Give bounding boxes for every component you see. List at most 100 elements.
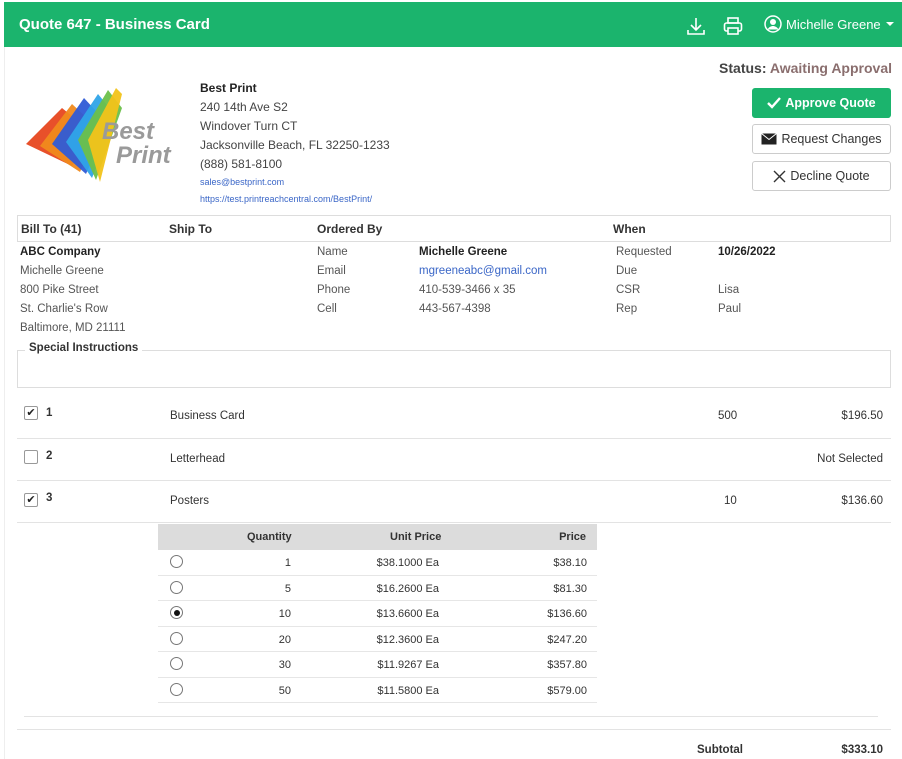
approve-quote-button[interactable]: Approve Quote (752, 88, 891, 118)
bill-to-street2: St. Charlie's Row (20, 303, 108, 315)
quantity-option-row[interactable]: 50 $11.5800 Ea $579.00 (158, 678, 597, 703)
option-price: $357.80 (547, 659, 587, 671)
company-address: Best Print 240 14th Ave S2 Windover Turn… (200, 79, 390, 208)
logo-word-best: Best (102, 118, 155, 145)
info-header-row (17, 215, 891, 242)
status-label: Status: (719, 60, 767, 76)
option-price: $136.60 (547, 608, 587, 620)
item-name: Posters (170, 495, 209, 507)
ordered-by-phone: 410-539-3466 x 35 (419, 284, 516, 296)
subtotal-label: Subtotal (697, 744, 743, 756)
ordered-by-name-label: Name (317, 246, 348, 258)
rep-value: Paul (718, 303, 742, 315)
download-icon[interactable] (685, 15, 707, 37)
line-item: ✔ 3 Posters 10 $136.60 (0, 483, 902, 523)
item-price: $136.60 (841, 495, 883, 507)
item-price: $196.50 (841, 410, 883, 422)
quantity-option-row[interactable]: 10 $13.6600 Ea $136.60 (158, 601, 597, 627)
quantity-column-header: Quantity (247, 531, 292, 543)
option-quantity: 20 (278, 633, 291, 646)
option-unit-price: $11.5800 Ea (377, 684, 439, 697)
requested-label: Requested (616, 246, 672, 258)
special-instructions-label: Special Instructions (25, 342, 143, 354)
special-instructions-box (17, 350, 891, 388)
option-unit-price: $38.1000 Ea (376, 557, 439, 569)
option-quantity: 50 (278, 684, 291, 697)
user-avatar-icon (764, 15, 782, 33)
caret-down-icon (885, 22, 894, 26)
status-line: Status: Awaiting Approval (719, 60, 892, 76)
item-checkbox[interactable] (24, 450, 38, 464)
bill-to-name: Michelle Greene (20, 265, 104, 277)
quantity-table-header: Quantity Unit Price Price (158, 524, 597, 550)
status-value: Awaiting Approval (769, 60, 892, 76)
ordered-by-email-link[interactable]: mgreeneabc@gmail.com (419, 265, 547, 277)
option-quantity: 30 (278, 659, 291, 671)
item-name: Business Card (170, 410, 245, 422)
quantity-option-row[interactable]: 5 $16.2600 Ea $81.30 (158, 576, 597, 601)
quantity-option-row[interactable]: 1 $38.1000 Ea $38.10 (158, 550, 597, 576)
option-unit-price: $12.3600 Ea (376, 633, 439, 646)
quantity-radio[interactable] (170, 682, 183, 696)
option-quantity: 5 (284, 582, 291, 595)
item-number: 1 (46, 407, 53, 419)
divider (24, 716, 878, 717)
check-icon (767, 97, 782, 109)
item-quantity: 500 (718, 410, 738, 422)
item-checkbox[interactable]: ✔ (24, 406, 38, 420)
item-price: Not Selected (817, 453, 883, 465)
request-changes-button[interactable]: Request Changes (752, 124, 891, 154)
item-number: 3 (46, 492, 53, 504)
item-checkbox[interactable]: ✔ (24, 493, 38, 507)
divider (17, 522, 891, 523)
option-quantity: 10 (278, 608, 291, 620)
ordered-by-name: Michelle Greene (419, 246, 508, 258)
printer-icon[interactable] (722, 15, 744, 37)
quantity-radio[interactable] (170, 631, 183, 645)
requested-date: 10/26/2022 (718, 246, 776, 258)
company-address1: 240 14th Ave S2 (200, 100, 288, 114)
option-quantity: 1 (284, 557, 291, 569)
x-icon (773, 170, 786, 182)
quantity-radio[interactable] (170, 657, 183, 670)
due-label: Due (616, 265, 638, 277)
divider (17, 729, 891, 730)
ordered-by-email-label: Email (317, 265, 346, 277)
checkmark-icon: ✔ (26, 493, 36, 506)
logo-word-print: Print (116, 142, 171, 169)
csr-label: CSR (616, 284, 641, 296)
company-url-link[interactable]: https://test.printreachcentral.com/BestP… (200, 191, 390, 208)
line-item: 2 Letterhead Not Selected (0, 441, 902, 481)
item-quantity: 10 (724, 495, 737, 507)
decline-label: Decline Quote (790, 169, 870, 183)
quantity-option-row[interactable]: 20 $12.3600 Ea $247.20 (158, 627, 597, 652)
company-email-link[interactable]: sales@bestprint.com (200, 174, 390, 191)
user-name: Michelle Greene (786, 16, 881, 32)
option-unit-price: $11.9267 Ea (377, 659, 439, 671)
ordered-by-header: Ordered By (317, 222, 383, 236)
user-menu[interactable]: Michelle Greene (764, 15, 895, 33)
quantity-price-table: Quantity Unit Price Price 1 $38.1000 Ea … (158, 524, 597, 703)
option-price: $579.00 (547, 684, 587, 697)
option-price: $38.10 (553, 557, 587, 569)
quantity-option-row[interactable]: 30 $11.9267 Ea $357.80 (158, 652, 597, 678)
company-logo: Best Print (22, 86, 182, 186)
subtotal-value: $333.10 (841, 744, 883, 756)
item-number: 2 (46, 450, 53, 462)
divider (17, 480, 891, 481)
quantity-radio[interactable] (170, 555, 183, 568)
rep-label: Rep (616, 303, 638, 315)
item-name: Letterhead (170, 453, 225, 465)
checkmark-icon: ✔ (26, 406, 36, 419)
ordered-by-cell-label: Cell (317, 303, 337, 315)
company-name: Best Print (200, 81, 257, 95)
quantity-radio[interactable] (170, 580, 183, 594)
ordered-by-cell: 443-567-4398 (419, 303, 491, 315)
line-item: ✔ 1 Business Card 500 $196.50 (0, 398, 902, 438)
bill-to-street: 800 Pike Street (20, 284, 99, 296)
quantity-radio-selected[interactable] (170, 606, 183, 619)
unit-price-column-header: Unit Price (390, 531, 442, 543)
decline-quote-button[interactable]: Decline Quote (752, 161, 891, 191)
bill-to-city: Baltimore, MD 21111 (20, 322, 126, 334)
top-bar: Quote 647 - Business Card Michelle Green… (4, 2, 902, 47)
